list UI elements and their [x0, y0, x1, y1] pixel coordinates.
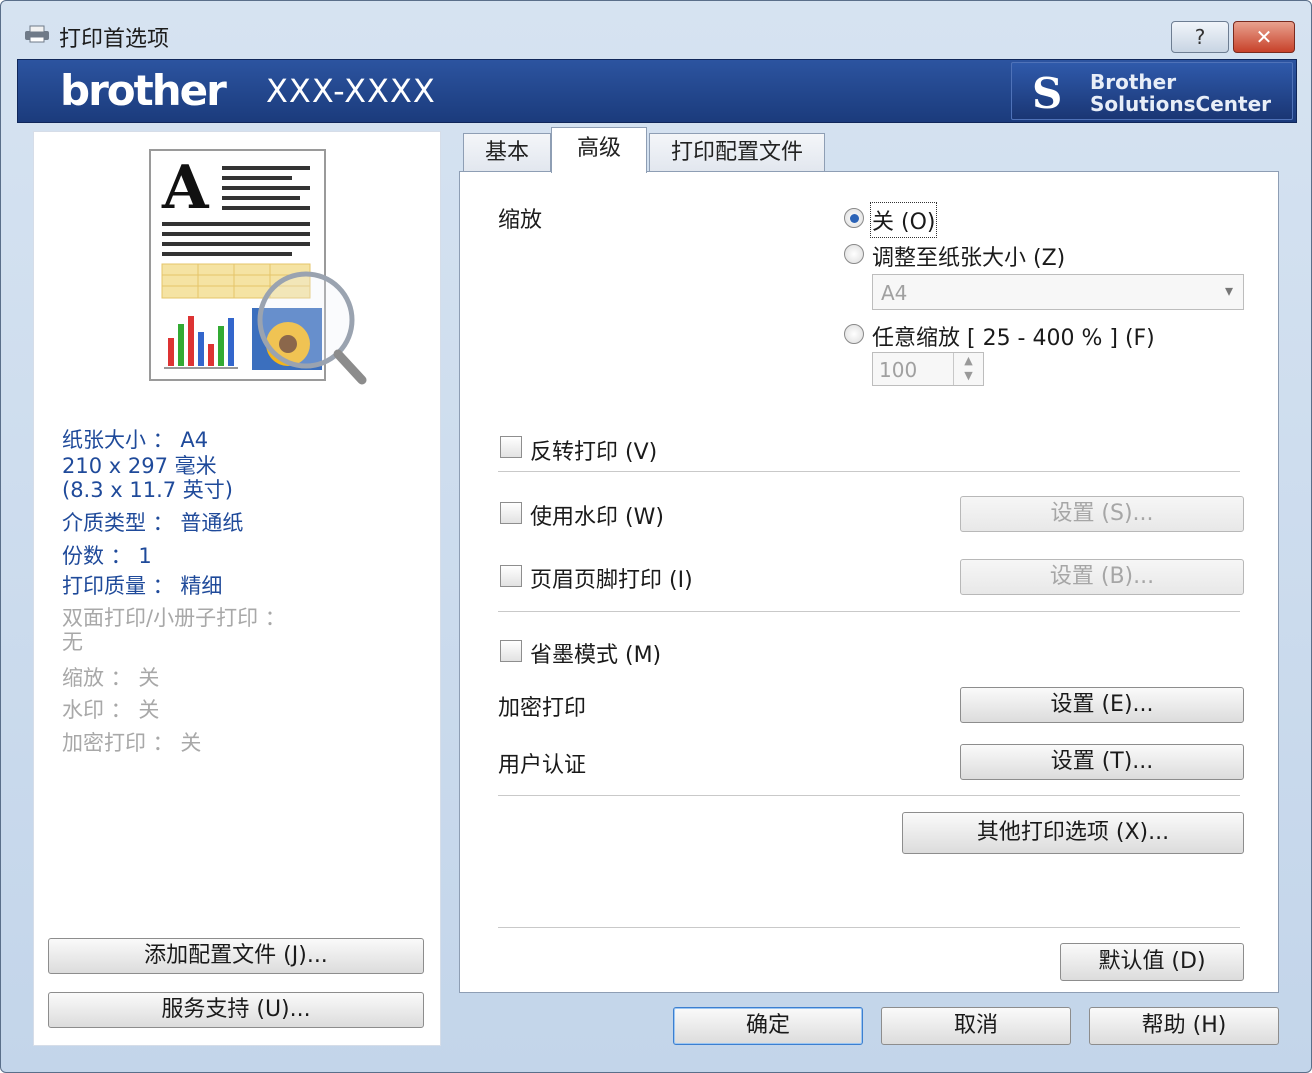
- title-bar[interactable]: 打印首选项 ? ✕: [1, 1, 1311, 59]
- scaling-label: 缩放: [498, 208, 543, 233]
- scale-fit-label[interactable]: 调整至纸张大小 (Z): [872, 240, 1065, 272]
- fit-paper-select[interactable]: A4 ▾: [872, 274, 1244, 310]
- add-profile-button[interactable]: 添加配置文件 (J)...: [48, 938, 424, 974]
- watermark-checkbox[interactable]: [500, 502, 522, 524]
- watermark-settings-button[interactable]: 设置 (S)...: [960, 496, 1244, 532]
- header-footer-settings-button[interactable]: 设置 (B)...: [960, 559, 1244, 595]
- reverse-print-checkbox[interactable]: [500, 436, 522, 458]
- header-footer-checkbox[interactable]: [500, 565, 522, 587]
- scale-free-radio[interactable]: [844, 324, 864, 344]
- brother-banner: brother XXX-XXXX S Brother SolutionsCent…: [17, 59, 1297, 123]
- advanced-tab-panel: 缩放 关 (O) 调整至纸张大小 (Z) A4 ▾ 任意缩放 [ 25 - 40…: [459, 171, 1279, 993]
- spinner-arrows-icon[interactable]: ▲ ▼: [953, 353, 983, 385]
- free-scale-stepper[interactable]: 100 ▲ ▼: [872, 352, 984, 386]
- user-auth-label: 用户认证: [498, 753, 587, 778]
- brother-logo: brother: [60, 66, 227, 115]
- divider: [498, 795, 1240, 796]
- info-scaling: 缩放 ： 关: [62, 666, 160, 690]
- scale-fit-radio[interactable]: [844, 244, 864, 264]
- secure-print-settings-button[interactable]: 设置 (E)...: [960, 687, 1244, 723]
- info-watermark: 水印 ： 关: [62, 698, 160, 722]
- print-preview-image: A: [149, 149, 367, 385]
- other-print-options-button[interactable]: 其他打印选项 (X)...: [902, 812, 1244, 854]
- divider: [498, 927, 1240, 928]
- watermark-label[interactable]: 使用水印 (W): [530, 499, 664, 531]
- toner-save-label[interactable]: 省墨模式 (M): [530, 637, 661, 669]
- ok-button[interactable]: 确定: [673, 1007, 863, 1045]
- info-paper-dims-in: (8.3 x 11.7 英寸): [62, 478, 233, 502]
- scale-off-radio[interactable]: [844, 208, 864, 228]
- printer-icon: [25, 25, 49, 43]
- info-media-type: 介质类型 ： 普通纸: [62, 511, 244, 535]
- user-auth-settings-button[interactable]: 设置 (T)...: [960, 744, 1244, 780]
- cancel-button[interactable]: 取消: [881, 1007, 1071, 1045]
- divider: [498, 471, 1240, 472]
- scale-off-label[interactable]: 关 (O): [869, 202, 938, 238]
- settings-summary-panel: A 纸张大小 ： A4 210 x 297 毫米 (8.3 x 11.7 英寸)…: [33, 131, 441, 1046]
- solutions-center-line2: SolutionsCenter: [1090, 92, 1272, 116]
- free-scale-value: 100: [879, 358, 918, 382]
- info-duplex-value: 无: [62, 630, 83, 654]
- info-copies: 份数 ： 1: [62, 544, 152, 568]
- support-button[interactable]: 服务支持 (U)...: [48, 992, 424, 1028]
- svg-text:A: A: [161, 153, 210, 223]
- solutions-center-icon: S: [1032, 69, 1063, 118]
- secure-print-label: 加密打印: [498, 696, 587, 721]
- close-button[interactable]: ✕: [1233, 21, 1295, 53]
- solutions-center-line1: Brother: [1090, 70, 1177, 94]
- print-preferences-window: 打印首选项 ? ✕ brother XXX-XXXX S Brother Sol…: [0, 0, 1312, 1073]
- info-secure-print: 加密打印 ： 关: [62, 731, 202, 755]
- scale-free-label[interactable]: 任意缩放 [ 25 - 400 % ] (F): [872, 320, 1155, 352]
- fit-paper-value: A4: [881, 281, 908, 305]
- reverse-print-label[interactable]: 反转打印 (V): [530, 434, 657, 466]
- divider: [498, 611, 1240, 612]
- window-title: 打印首选项: [59, 27, 170, 52]
- toner-save-checkbox[interactable]: [500, 640, 522, 662]
- chevron-down-icon: ▾: [1224, 281, 1233, 300]
- help-title-button[interactable]: ?: [1171, 21, 1229, 53]
- header-footer-label[interactable]: 页眉页脚打印 (I): [530, 562, 693, 594]
- printer-model: XXX-XXXX: [266, 72, 436, 110]
- tab-basic[interactable]: 基本: [463, 133, 551, 173]
- solutions-center-button[interactable]: S Brother SolutionsCenter: [1011, 62, 1293, 120]
- defaults-button[interactable]: 默认值 (D): [1060, 943, 1244, 981]
- info-duplex: 双面打印/小册子打印 ：: [62, 606, 286, 630]
- info-print-quality: 打印质量 ： 精细: [62, 574, 223, 598]
- help-button[interactable]: 帮助 (H): [1089, 1007, 1279, 1045]
- tab-advanced[interactable]: 高级: [551, 127, 647, 173]
- tab-print-profiles[interactable]: 打印配置文件: [649, 133, 825, 173]
